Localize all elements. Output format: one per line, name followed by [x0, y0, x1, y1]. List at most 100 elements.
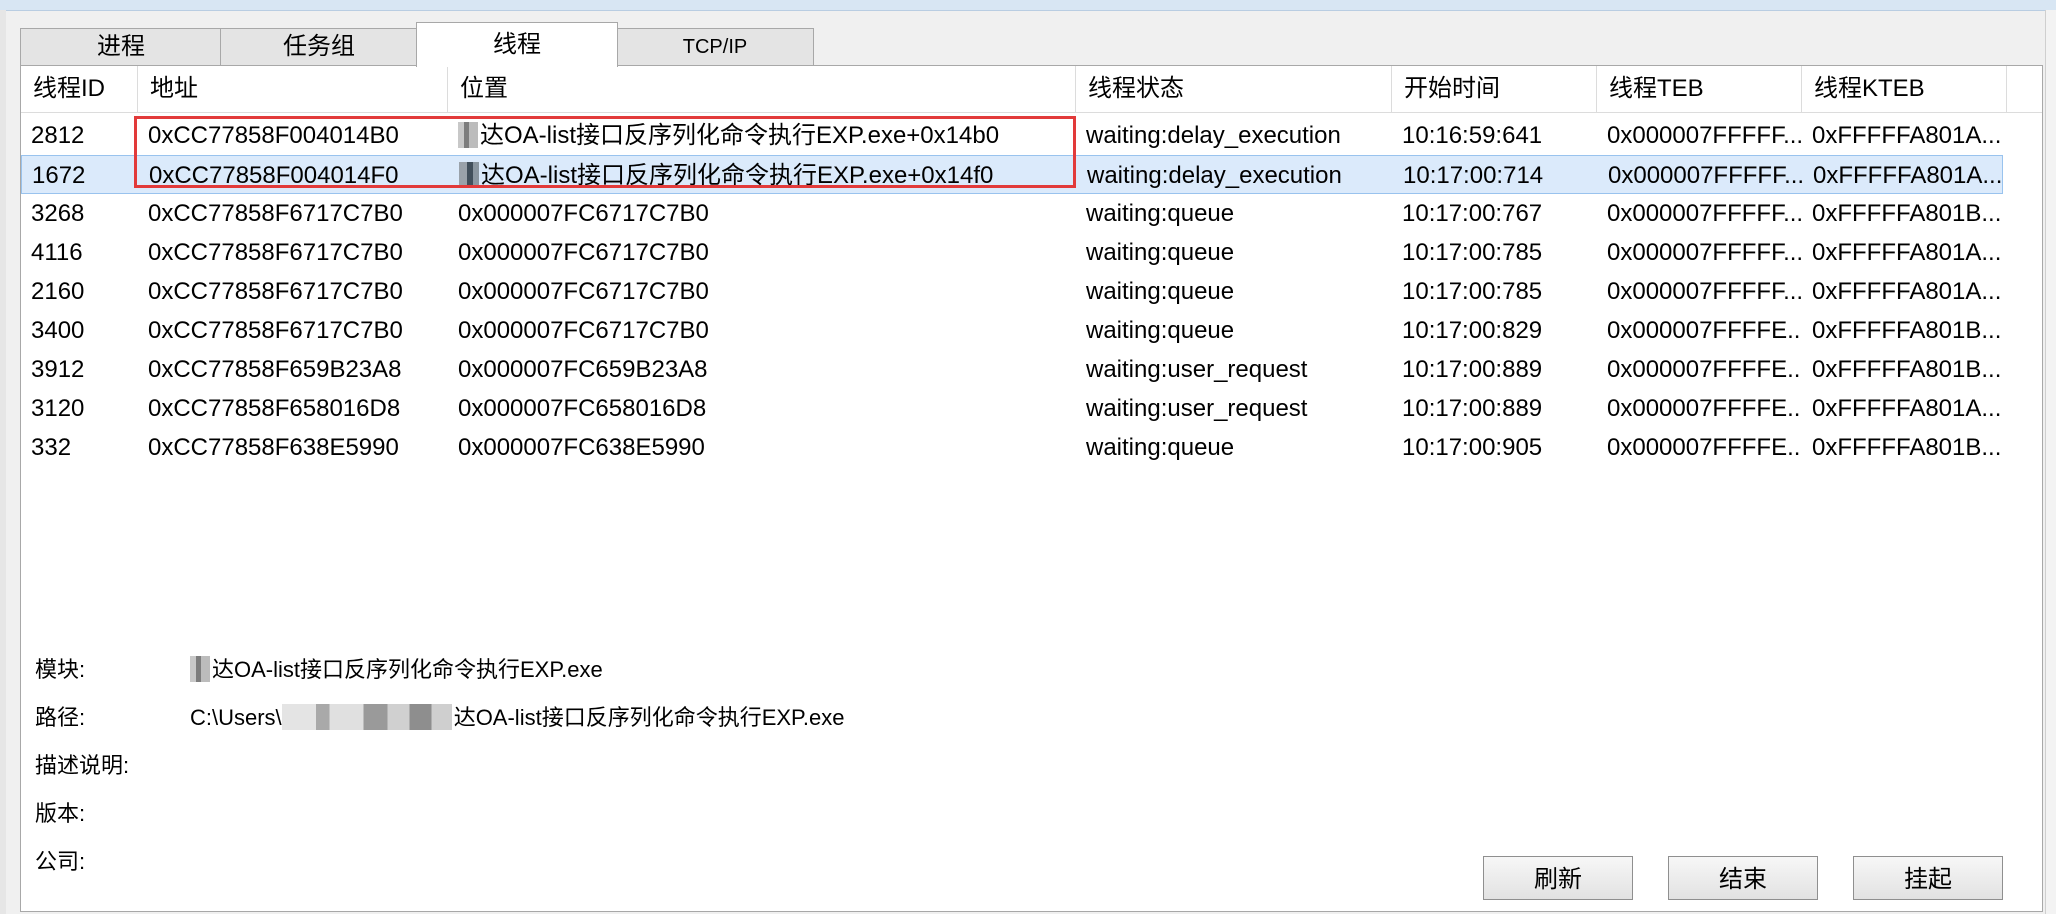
- cell-thread-state: waiting:delay_execution: [1086, 122, 1341, 149]
- cell-thread-teb: 0x000007FFFFF...: [1607, 122, 1802, 149]
- table-row[interactable]: 3268 0xCC77858F6717C7B0 0x000007FC6717C7…: [21, 194, 2003, 233]
- threads-panel: 线程ID 地址 位置 线程状态 开始时间 线程TEB 线程KTEB 2812 0…: [20, 65, 2043, 912]
- cell-thread-kteb: 0xFFFFFA801B...: [1812, 200, 2002, 227]
- cell-address: 0xCC77858F6717C7B0: [148, 200, 403, 227]
- cell-thread-id: 2160: [31, 278, 85, 305]
- column-header-location[interactable]: 位置: [448, 66, 1076, 112]
- cell-thread-state: waiting:queue: [1086, 200, 1235, 227]
- cell-thread-teb: 0x000007FFFFF...: [1607, 200, 1802, 227]
- cell-thread-id: 332: [31, 434, 72, 461]
- column-header-thread-kteb[interactable]: 线程KTEB: [1802, 66, 2007, 112]
- cell-start-time: 10:17:00:829: [1402, 317, 1543, 344]
- cell-thread-state: waiting:user_request: [1086, 356, 1308, 383]
- cell-thread-id: 3400: [31, 317, 85, 344]
- cell-start-time: 10:17:00:785: [1402, 278, 1543, 305]
- cell-thread-id: 3120: [31, 395, 85, 422]
- cell-location: 0x000007FC6717C7B0: [458, 317, 709, 344]
- cell-thread-state: waiting:queue: [1086, 239, 1235, 266]
- module-value: 达OA-list接口反序列化命令执行EXP.exe: [190, 648, 603, 692]
- cell-address: 0xCC77858F659B23A8: [148, 356, 402, 383]
- cell-address: 0xCC77858F6717C7B0: [148, 278, 403, 305]
- cell-location: 达OA-list接口反序列化命令执行EXP.exe+0x14b0: [448, 116, 1076, 155]
- cell-thread-teb: 0x000007FFFFE...: [1607, 356, 1802, 383]
- cell-thread-teb: 0x000007FFFFE...: [1607, 395, 1802, 422]
- cell-thread-kteb: 0xFFFFFA801A...: [1812, 278, 2002, 305]
- cell-address: 0xCC77858F658016D8: [148, 395, 401, 422]
- cell-location: 达OA-list接口反序列化命令执行EXP.exe+0x14f0: [449, 156, 1077, 195]
- cell-thread-state: waiting:queue: [1086, 434, 1235, 461]
- module-label: 模块:: [35, 657, 86, 682]
- cell-thread-state: waiting:delay_execution: [1087, 162, 1342, 189]
- version-label: 版本:: [35, 801, 86, 826]
- column-header-thread-id[interactable]: 线程ID: [21, 66, 138, 112]
- cell-start-time: 10:17:00:889: [1402, 395, 1543, 422]
- vertical-scrollbar[interactable]: [2045, 10, 2056, 914]
- window-left-edge: [0, 10, 6, 914]
- redacted-mark: [458, 122, 478, 148]
- path-suffix-text: 达OA-list接口反序列化命令执行EXP.exe: [453, 705, 845, 730]
- cell-thread-kteb: 0xFFFFFA801B...: [1812, 434, 2002, 461]
- cell-start-time: 10:17:00:905: [1402, 434, 1543, 461]
- cell-address: 0xCC77858F004014B0: [148, 122, 399, 149]
- table-row[interactable]: 2160 0xCC77858F6717C7B0 0x000007FC6717C7…: [21, 272, 2003, 311]
- cell-location: 0x000007FC659B23A8: [458, 356, 708, 383]
- column-header-address[interactable]: 地址: [138, 66, 448, 112]
- cell-location: 0x000007FC658016D8: [458, 395, 707, 422]
- path-prefix-text: C:\Users\: [190, 705, 282, 730]
- cell-address: 0xCC77858F638E5990: [148, 434, 399, 461]
- cell-thread-state: waiting:queue: [1086, 278, 1235, 305]
- tab-processes[interactable]: 进程: [20, 28, 222, 65]
- column-header-thread-state[interactable]: 线程状态: [1076, 66, 1392, 112]
- path-value: C:\Users\ 达OA-list接口反序列化命令执行EXP.exe: [190, 696, 844, 740]
- cell-thread-kteb: 0xFFFFFA801A...: [1813, 162, 2003, 189]
- cell-thread-teb: 0x000007FFFFE...: [1607, 317, 1802, 344]
- table-row[interactable]: 3400 0xCC77858F6717C7B0 0x000007FC6717C7…: [21, 311, 2003, 350]
- cell-thread-state: waiting:user_request: [1086, 395, 1308, 422]
- cell-start-time: 10:16:59:641: [1402, 122, 1543, 149]
- column-header-start-time[interactable]: 开始时间: [1392, 66, 1597, 112]
- suspend-thread-button[interactable]: 挂起: [1853, 856, 2003, 900]
- column-header-thread-teb[interactable]: 线程TEB: [1597, 66, 1802, 112]
- cell-location: 0x000007FC638E5990: [458, 434, 705, 461]
- cell-address: 0xCC77858F6717C7B0: [148, 239, 403, 266]
- cell-start-time: 10:17:00:889: [1402, 356, 1543, 383]
- cell-start-time: 10:17:00:767: [1402, 200, 1543, 227]
- redacted-mark: [459, 162, 479, 188]
- cell-address: 0xCC77858F004014F0: [149, 162, 399, 189]
- tab-threads[interactable]: 线程: [416, 22, 618, 67]
- table-row[interactable]: 4116 0xCC77858F6717C7B0 0x000007FC6717C7…: [21, 233, 2003, 272]
- cell-thread-id: 3912: [31, 356, 85, 383]
- tab-tcp-ip[interactable]: TCP/IP: [616, 28, 814, 65]
- cell-thread-id: 2812: [31, 122, 85, 149]
- cell-thread-teb: 0x000007FFFFF...: [1607, 239, 1802, 266]
- redacted-mark: [281, 704, 452, 730]
- module-value-text: 达OA-list接口反序列化命令执行EXP.exe: [212, 657, 603, 682]
- cell-thread-teb: 0x000007FFFFF...: [1607, 278, 1802, 305]
- table-row-selected[interactable]: 1672 0xCC77858F004014F0 达OA-list接口反序列化命令…: [21, 155, 2003, 194]
- refresh-button[interactable]: 刷新: [1483, 856, 1633, 900]
- table-row[interactable]: 3120 0xCC77858F658016D8 0x000007FC658016…: [21, 389, 2003, 428]
- cell-address: 0xCC77858F6717C7B0: [148, 317, 403, 344]
- cell-thread-kteb: 0xFFFFFA801A...: [1812, 122, 2002, 149]
- cell-thread-kteb: 0xFFFFFA801B...: [1812, 356, 2002, 383]
- cell-start-time: 10:17:00:714: [1403, 162, 1544, 189]
- table-row[interactable]: 3912 0xCC77858F659B23A8 0x000007FC659B23…: [21, 350, 2003, 389]
- path-label: 路径:: [35, 705, 86, 730]
- cell-thread-teb: 0x000007FFFFF...: [1608, 162, 1803, 189]
- cell-location-text: 达OA-list接口反序列化命令执行EXP.exe+0x14b0: [480, 122, 1000, 149]
- company-label: 公司:: [35, 849, 86, 874]
- table-row[interactable]: 332 0xCC77858F638E5990 0x000007FC638E599…: [21, 428, 2003, 467]
- cell-thread-state: waiting:queue: [1086, 317, 1235, 344]
- cell-thread-id: 4116: [31, 239, 83, 266]
- cell-thread-kteb: 0xFFFFFA801A...: [1812, 395, 2002, 422]
- cell-thread-id: 1672: [32, 162, 86, 189]
- tab-task-groups[interactable]: 任务组: [220, 28, 418, 65]
- cell-start-time: 10:17:00:785: [1402, 239, 1543, 266]
- cell-location: 0x000007FC6717C7B0: [458, 239, 709, 266]
- cell-thread-teb: 0x000007FFFFE...: [1607, 434, 1802, 461]
- cell-thread-kteb: 0xFFFFFA801B...: [1812, 317, 2002, 344]
- end-thread-button[interactable]: 结束: [1668, 856, 1818, 900]
- redacted-mark: [190, 656, 210, 682]
- table-row[interactable]: 2812 0xCC77858F004014B0 达OA-list接口反序列化命令…: [21, 116, 2003, 155]
- cell-location-text: 达OA-list接口反序列化命令执行EXP.exe+0x14f0: [481, 162, 994, 189]
